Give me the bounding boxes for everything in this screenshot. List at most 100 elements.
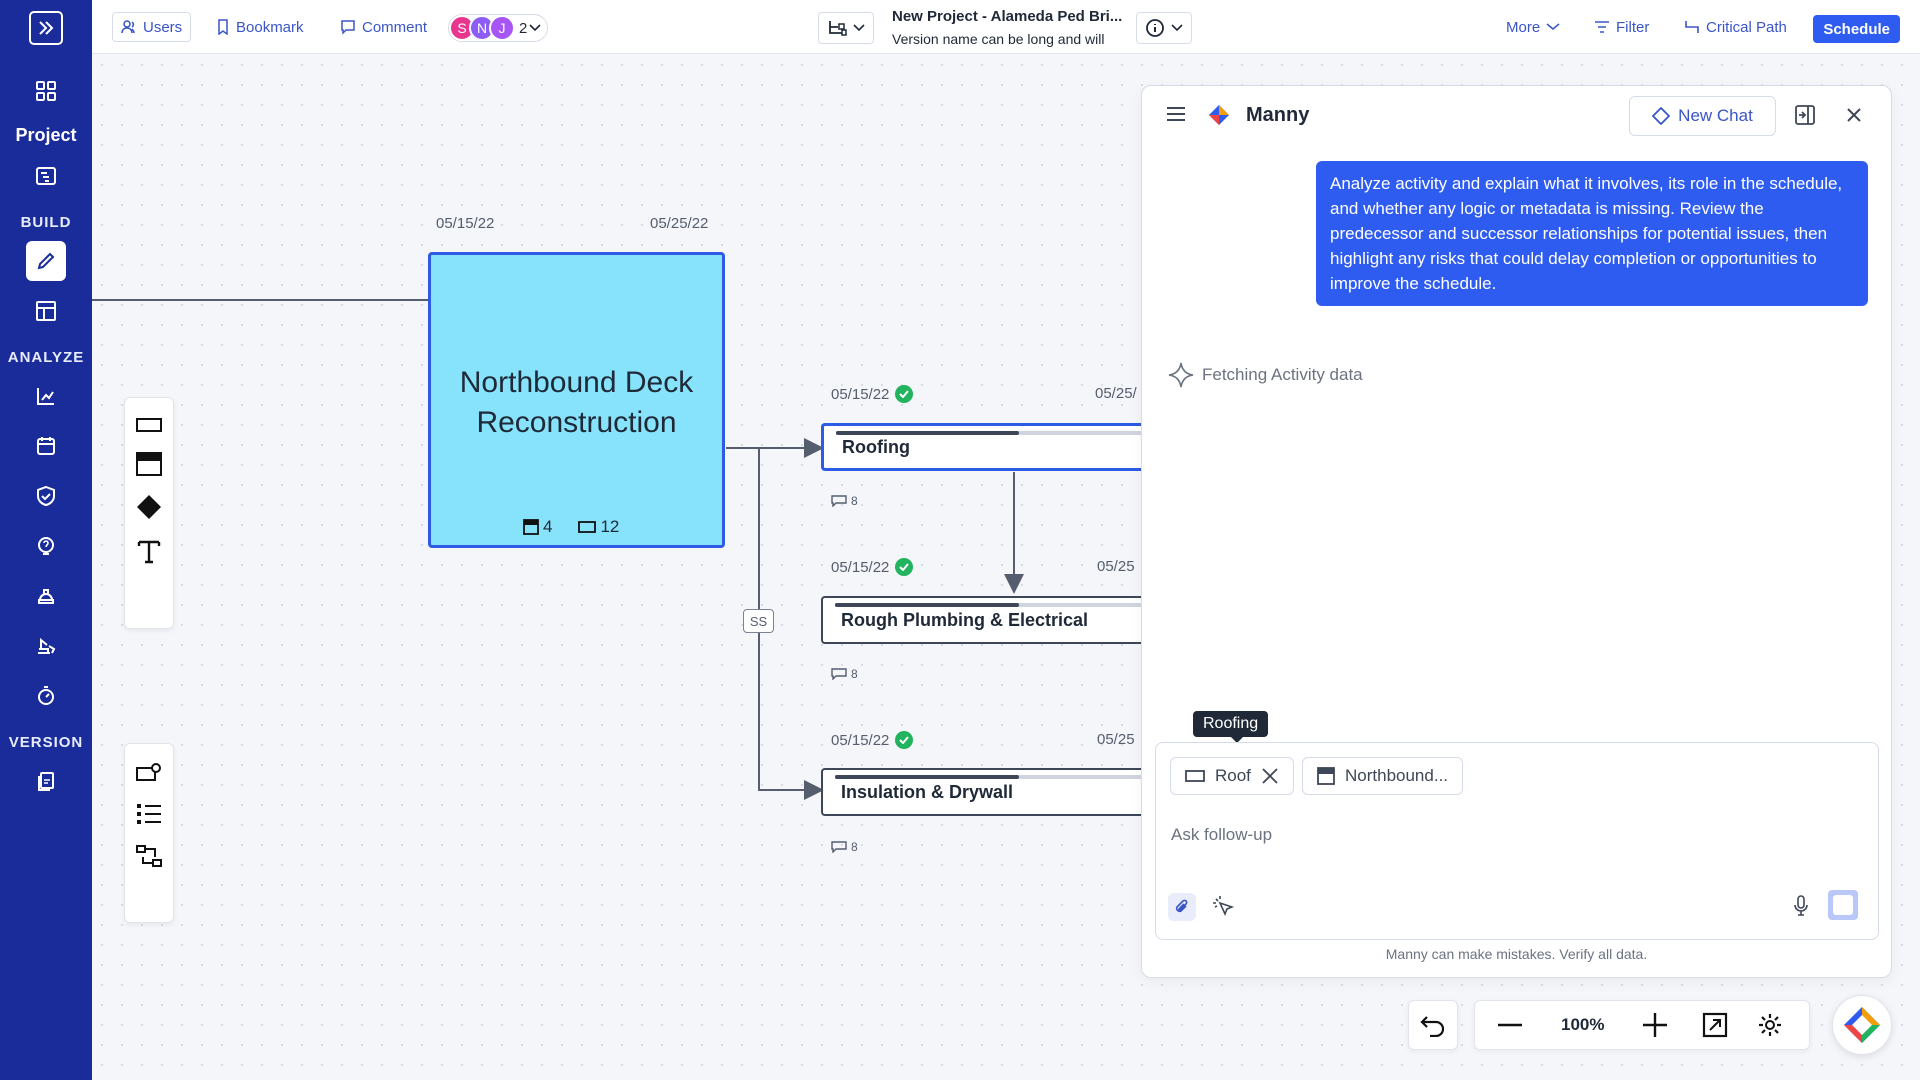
comment-label: Comment (362, 18, 428, 36)
info-dropdown[interactable] (1136, 12, 1192, 44)
pointer-select-icon[interactable] (1212, 895, 1234, 917)
edit-pencil-icon[interactable] (26, 241, 66, 281)
zoom-in-icon[interactable] (1620, 1012, 1690, 1038)
undo-button[interactable] (1408, 1000, 1458, 1050)
shield-icon[interactable] (26, 476, 66, 516)
context-chip-roofing[interactable]: Roof (1170, 757, 1294, 795)
link-type-tag[interactable]: SS (743, 609, 774, 633)
users-label: Users (143, 18, 183, 36)
calendar-icon[interactable] (26, 426, 66, 466)
activity-end-date: 05/25 (1097, 731, 1135, 748)
rail-project-label[interactable]: Project (15, 125, 76, 146)
activity-start-date-value: 05/15/22 (831, 558, 890, 576)
activity-start-date-value: 05/15/22 (831, 731, 890, 749)
critical-path-button[interactable]: Critical Path (1676, 12, 1795, 42)
attach-icon[interactable] (1168, 893, 1196, 921)
more-button[interactable]: More (1498, 12, 1568, 42)
avatar-overflow-count: 2 (519, 19, 528, 37)
reroute-links-icon[interactable] (136, 844, 162, 868)
bookmark-label: Bookmark (236, 18, 304, 36)
project-title[interactable]: New Project - Alameda Ped Bri... (892, 8, 1122, 25)
comment-tag-icon (831, 495, 847, 507)
chat-input-box: Roof Northbound... (1155, 742, 1879, 940)
list-view-icon[interactable] (136, 802, 162, 826)
activity-node-plumbing[interactable]: Rough Plumbing & Electrical (821, 596, 1141, 644)
avatar[interactable]: J (489, 15, 515, 41)
view-palette (124, 743, 174, 923)
summary-meta: 4 12 (523, 517, 619, 537)
summary-start-date: 05/15/22 (436, 215, 495, 232)
avatar-overflow[interactable]: 2 (519, 20, 541, 37)
summary-shape-icon[interactable] (136, 452, 162, 476)
chevron-down-icon (853, 24, 865, 32)
progress-bar (836, 431, 1141, 435)
new-chat-button[interactable]: New Chat (1629, 96, 1776, 136)
text-tool-icon[interactable] (136, 538, 162, 564)
fit-screen-icon[interactable] (1690, 1012, 1740, 1038)
gantt-icon[interactable] (26, 156, 66, 196)
stopwatch-icon[interactable] (26, 676, 66, 716)
bookmark-button[interactable]: Bookmark (208, 12, 312, 42)
activity-node-insulation[interactable]: Insulation & Drywall (821, 768, 1141, 816)
progress-fill (835, 775, 1019, 779)
check-circle-icon (895, 731, 914, 749)
layout-icon[interactable] (26, 291, 66, 331)
users-button[interactable]: Users (112, 12, 192, 42)
assistant-status: Fetching Activity data (1168, 362, 1363, 388)
close-icon[interactable] (1845, 106, 1863, 124)
milestone-diamond-icon[interactable] (136, 494, 162, 520)
schedule-button[interactable]: Schedule (1813, 15, 1900, 43)
settings-gear-icon[interactable] (1740, 1012, 1800, 1038)
summary-node[interactable]: Northbound Deck Reconstruction 4 12 (428, 252, 725, 548)
microphone-icon[interactable] (1793, 895, 1809, 917)
dock-panel-icon[interactable] (1794, 104, 1816, 126)
menu-icon[interactable] (1166, 106, 1186, 122)
progress-fill (835, 603, 1019, 607)
help-bulb-icon[interactable] (26, 526, 66, 566)
expand-rail-icon[interactable] (29, 11, 63, 45)
filter-icon (1595, 21, 1609, 33)
comment-button[interactable]: Comment (332, 12, 435, 42)
remove-chip-icon[interactable] (1261, 767, 1279, 785)
collaborator-avatars[interactable]: S N J 2 (448, 14, 549, 42)
follow-up-input[interactable] (1171, 825, 1771, 845)
hardhat-icon[interactable] (26, 576, 66, 616)
left-rail: Project BUILD ANALYZE VERSION (0, 0, 92, 1080)
critical-path-icon (1685, 21, 1699, 33)
zoom-out-icon[interactable] (1475, 1023, 1545, 1027)
chart-icon[interactable] (26, 376, 66, 416)
hierarchy-dropdown[interactable] (818, 12, 874, 44)
task-shape-icon (578, 521, 597, 533)
activity-comment-count-value: 8 (851, 840, 858, 854)
activity-node-roofing[interactable]: Roofing (821, 423, 1141, 471)
task-shape-icon[interactable] (136, 416, 162, 434)
users-icon (121, 20, 135, 34)
disclaimer: Manny can make mistakes. Verify all data… (1385, 946, 1648, 962)
send-button[interactable] (1828, 890, 1858, 920)
user-message: Analyze activity and explain what it inv… (1316, 161, 1868, 306)
versions-icon[interactable] (26, 761, 66, 801)
summary-title-line2: Reconstruction (476, 406, 677, 439)
activity-name: Insulation & Drywall (841, 781, 1014, 802)
context-chip-northbound[interactable]: Northbound... (1302, 757, 1464, 795)
context-chip-label: Roof (1215, 766, 1251, 785)
undo-icon (1420, 1016, 1445, 1037)
activity-start-date: 05/15/22 (831, 385, 914, 403)
dashboard-icon[interactable] (26, 71, 66, 111)
excavator-icon[interactable] (26, 626, 66, 666)
add-task-icon[interactable] (136, 762, 162, 784)
summary-end-date: 05/25/22 (650, 215, 709, 232)
rail-analyze-label: ANALYZE (7, 349, 85, 366)
manny-launcher-button[interactable] (1832, 995, 1892, 1055)
rail-build-label: BUILD (20, 214, 72, 231)
shape-palette (124, 397, 174, 629)
manny-chat-panel: Manny New Chat Analyze activity and expl… (1141, 85, 1892, 978)
chat-header: Manny New Chat (1142, 86, 1891, 146)
context-chip-label: Northbound... (1345, 766, 1449, 785)
filter-button[interactable]: Filter (1586, 12, 1657, 42)
summary-shape-icon (1317, 767, 1335, 785)
chevron-down-icon (529, 24, 541, 32)
comment-tag-icon (831, 841, 847, 853)
manny-logo-icon (1844, 1007, 1880, 1043)
activity-end-date: 05/25 (1097, 558, 1135, 575)
